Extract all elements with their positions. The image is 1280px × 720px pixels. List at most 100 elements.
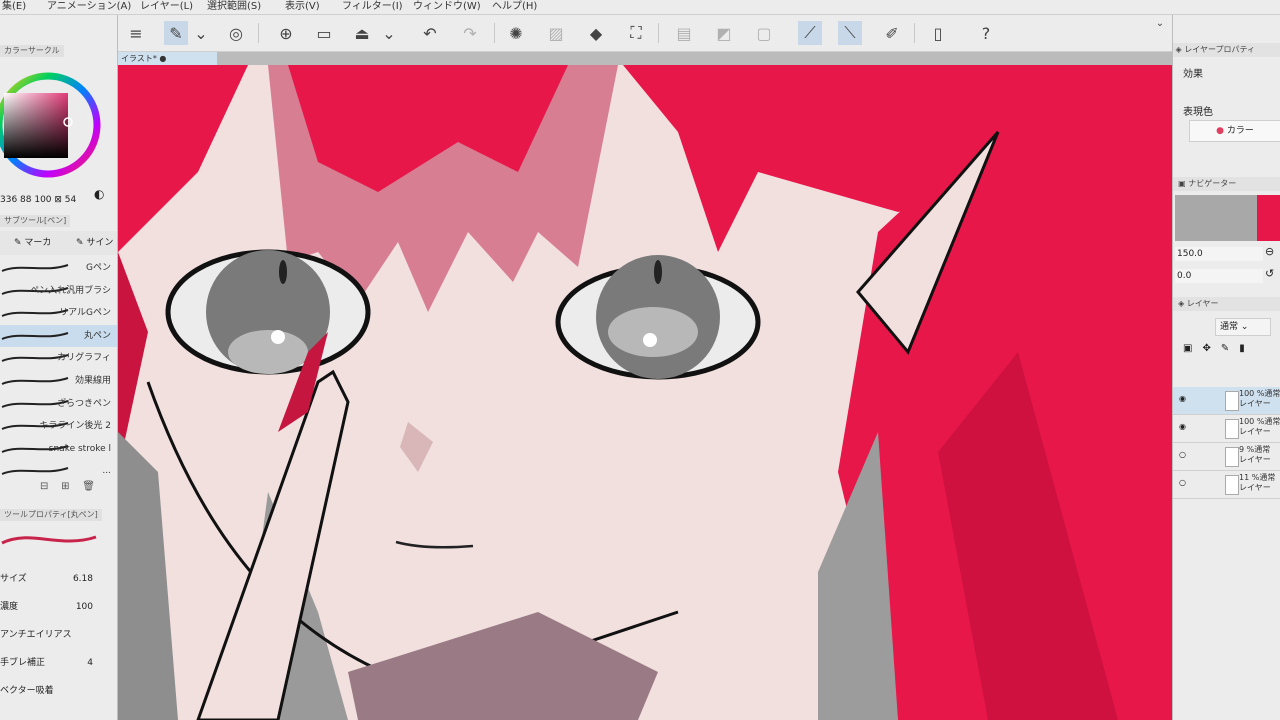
menu-animation[interactable]: アニメーション(A) bbox=[47, 0, 131, 14]
tool-property-row[interactable]: 濃度 100 bbox=[0, 596, 117, 618]
hsv-readout: 336 88 100 ⊠ 54 bbox=[0, 195, 77, 205]
menu-filter[interactable]: フィルター(I) bbox=[342, 0, 403, 14]
property-value[interactable]: 4 bbox=[87, 652, 93, 674]
brush-name: カリグラフィ bbox=[57, 353, 111, 364]
save-icon[interactable]: ⏏ bbox=[350, 21, 374, 45]
eye-icon[interactable]: ○ bbox=[1179, 478, 1186, 487]
chevron-down-icon: ⌄ bbox=[1240, 322, 1249, 332]
square-icon[interactable]: ▢ bbox=[752, 21, 776, 45]
fade-icon[interactable]: ◩ bbox=[712, 21, 736, 45]
rotation-field[interactable]: 0.0 bbox=[1175, 269, 1263, 283]
blend-mode-select[interactable]: 通常 ⌄ bbox=[1215, 318, 1271, 336]
canvas-illustration[interactable] bbox=[118, 52, 1172, 720]
snap-icon[interactable]: ⟍ bbox=[838, 21, 862, 45]
add-icon[interactable]: ⊞ bbox=[61, 481, 69, 492]
tool-property-row[interactable]: アンチエイリアス bbox=[0, 624, 117, 646]
layer-row[interactable]: ○ 9 %通常 レイヤー bbox=[1173, 443, 1280, 471]
right-palette: ◈ レイヤープロパティ 効果 表現色 ● カラー ▣ ナビゲーター 150.0 … bbox=[1172, 15, 1280, 720]
chevron-down-icon[interactable]: ⌄ bbox=[194, 21, 208, 45]
navigator-preview[interactable] bbox=[1175, 195, 1257, 241]
ruler-icon[interactable]: ⟋ bbox=[798, 21, 822, 45]
layer-row[interactable]: ◉ 100 %通常 レイヤー bbox=[1173, 387, 1280, 415]
duplicate-icon[interactable]: ⊟ bbox=[40, 481, 48, 492]
layer-lock-icon[interactable]: ▮ bbox=[1239, 343, 1255, 354]
layer-clip-icon[interactable]: ▣ bbox=[1183, 343, 1202, 354]
brush-name: ざらつきペン bbox=[56, 398, 111, 409]
brush-item[interactable]: カリグラフィ bbox=[0, 347, 117, 369]
lasso-icon[interactable]: ◎ bbox=[224, 21, 248, 45]
eye-icon[interactable]: ◉ bbox=[1179, 394, 1186, 403]
collapse-chevron-icon[interactable]: ⌄ bbox=[1152, 17, 1168, 29]
layer-property-header: ◈ レイヤープロパティ bbox=[1173, 43, 1280, 57]
color-mode-select[interactable]: ● カラー bbox=[1189, 120, 1280, 142]
property-value[interactable]: 6.18 bbox=[73, 568, 93, 590]
brush-item[interactable]: ... bbox=[0, 460, 117, 482]
undo-icon[interactable]: ↶ bbox=[418, 21, 442, 45]
fill-icon[interactable]: ◆ bbox=[584, 21, 608, 45]
menu-selection[interactable]: 選択範囲(S) bbox=[207, 0, 261, 14]
menu-icon[interactable]: ≡ bbox=[124, 21, 148, 45]
menu-view[interactable]: 表示(V) bbox=[285, 0, 320, 14]
layer-thumbnail bbox=[1225, 419, 1239, 439]
brush-item[interactable]: Gペン bbox=[0, 257, 117, 279]
navigator-header: ▣ ナビゲーター bbox=[1173, 177, 1280, 191]
color-wheel[interactable] bbox=[0, 59, 117, 199]
clear-icon[interactable]: ▨ bbox=[544, 21, 568, 45]
help-icon[interactable]: ? bbox=[974, 21, 998, 45]
menu-help[interactable]: ヘルプ(H) bbox=[492, 0, 537, 14]
tab-marker[interactable]: ✎ マーカ bbox=[14, 231, 51, 255]
brush-item[interactable]: 効果線用 bbox=[0, 370, 117, 392]
transform-icon[interactable]: ⛶ bbox=[624, 21, 648, 45]
navigator-thumbnail[interactable] bbox=[1257, 195, 1280, 241]
menu-layer[interactable]: レイヤー(L) bbox=[140, 0, 193, 14]
pen-edit-icon[interactable]: ✐ bbox=[880, 21, 904, 45]
navigator-icon: ▣ bbox=[1178, 179, 1186, 188]
layer-row[interactable]: ◉ 100 %通常 レイヤー bbox=[1173, 415, 1280, 443]
property-value[interactable]: 100 bbox=[76, 596, 93, 618]
property-label: 濃度 bbox=[0, 602, 19, 612]
subtool-title: サブツール[ペン] bbox=[0, 215, 71, 227]
layer-info: 100 %通常 レイヤー bbox=[1239, 389, 1280, 408]
redo-icon[interactable]: ↷ bbox=[458, 21, 482, 45]
brush-item[interactable]: ざらつきペン bbox=[0, 393, 117, 415]
brush-item[interactable]: リアルGペン bbox=[0, 302, 117, 324]
subtool-tab-bar: ✎ マーカ ✎ サイン bbox=[0, 231, 117, 255]
canvas-area[interactable]: イラスト* ● bbox=[118, 52, 1172, 720]
zoom-out-icon[interactable]: ⊖ bbox=[1265, 245, 1274, 258]
tool-property-row[interactable]: ベクター吸着 bbox=[0, 680, 117, 702]
brush-item[interactable]: ペン入れ汎用ブラシ bbox=[0, 280, 117, 302]
brush-item[interactable]: 丸ペン bbox=[0, 324, 117, 347]
brush-name: Gペン bbox=[86, 263, 111, 273]
phone-icon[interactable]: ▯ bbox=[926, 21, 950, 45]
tool-property-row[interactable]: 手ブレ補正 4 bbox=[0, 652, 117, 674]
trash-icon[interactable]: 🗑 bbox=[82, 481, 95, 492]
layer-ref-icon[interactable]: ✥ bbox=[1202, 343, 1220, 354]
brush-name: ... bbox=[102, 466, 111, 477]
layer-row[interactable]: ○ 11 %通常 レイヤー bbox=[1173, 471, 1280, 499]
pen-tool-icon[interactable]: ✎ bbox=[164, 21, 188, 45]
crop-icon[interactable]: ▤ bbox=[672, 21, 696, 45]
chevron-down-icon[interactable]: ⌄ bbox=[382, 21, 396, 45]
tool-property-row[interactable]: サイズ 6.18 bbox=[0, 568, 117, 590]
eye-icon[interactable]: ◉ bbox=[1179, 422, 1186, 431]
zoom-field[interactable]: 150.0 bbox=[1175, 247, 1263, 261]
eye-icon[interactable]: ○ bbox=[1179, 450, 1186, 459]
menu-edit[interactable]: 集(E) bbox=[2, 0, 26, 14]
property-label: 手ブレ補正 bbox=[0, 658, 46, 668]
new-file-icon[interactable]: ⊕ bbox=[274, 21, 298, 45]
brush-item[interactable]: キラライン後光 2 bbox=[0, 415, 117, 437]
layer-draft-icon[interactable]: ✎ bbox=[1221, 343, 1239, 354]
layer-info: 11 %通常 レイヤー bbox=[1239, 473, 1276, 492]
brush-item[interactable]: snake stroke l bbox=[0, 438, 117, 460]
menu-window[interactable]: ウィンドウ(W) bbox=[413, 0, 481, 14]
open-folder-icon[interactable]: ▭ bbox=[312, 21, 336, 45]
layer-info: 9 %通常 レイヤー bbox=[1239, 445, 1271, 464]
layer-thumbnail bbox=[1225, 475, 1239, 495]
color-mode-icon: ● bbox=[1216, 126, 1224, 136]
tab-sign[interactable]: ✎ サイン bbox=[76, 231, 113, 255]
layer-stack-icon: ◈ bbox=[1178, 299, 1185, 308]
property-label: サイズ bbox=[0, 574, 27, 584]
rotate-icon[interactable]: ↺ bbox=[1265, 267, 1274, 280]
cycle-icon[interactable]: ◐ bbox=[94, 187, 104, 201]
loading-icon[interactable]: ✺ bbox=[504, 21, 528, 45]
